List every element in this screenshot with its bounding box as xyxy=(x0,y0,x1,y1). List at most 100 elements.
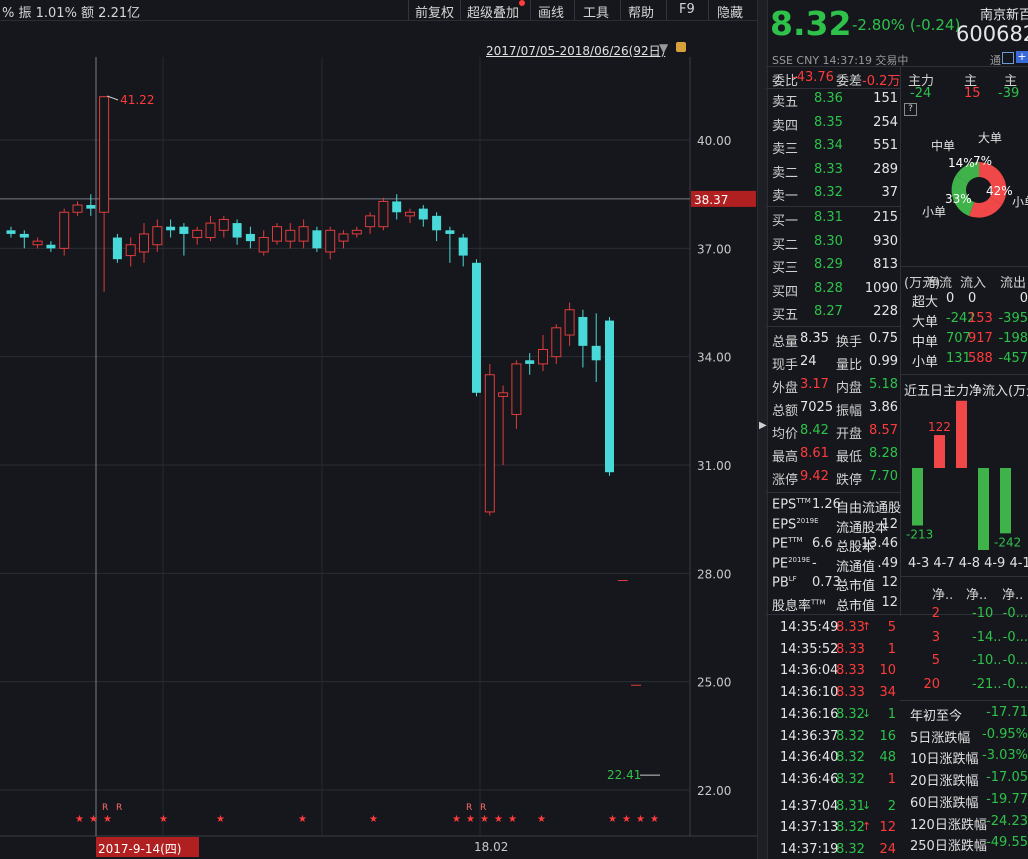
chart-toolbar: % 振 1.01% 额 2.21亿 前复权 超级叠加 画线 工具 帮助 F9 隐… xyxy=(0,0,757,21)
stock-name: 南京新百 xyxy=(980,8,1028,23)
five-day-dates: 4-3 4-7 4-8 4-9 4-10 xyxy=(908,556,1028,571)
flow-row-label: 超大 xyxy=(912,295,939,310)
ask-row[interactable]: 卖四 8.35 254 xyxy=(772,115,898,138)
dropdown-triangle-icon[interactable]: ▼ xyxy=(659,41,668,55)
candle-body xyxy=(445,230,455,234)
ask-row[interactable]: 卖二 8.33 289 xyxy=(772,162,898,185)
ask-label: 卖二 xyxy=(772,165,799,181)
date-range-label[interactable]: 2017/07/05-2018/06/26(92日) xyxy=(486,42,665,59)
ask-row[interactable]: 卖五 8.36 151 xyxy=(772,91,898,114)
tick-row[interactable]: 14:37:13 8.32 ↑ 12 xyxy=(780,820,896,843)
fundamental-label-sup: LF xyxy=(788,575,797,583)
ask-volume: 551 xyxy=(873,138,898,153)
stat-value: 7025 xyxy=(800,400,834,415)
tick-price: 8.33 xyxy=(836,641,865,657)
ask-row[interactable]: 卖一 8.32 37 xyxy=(772,185,898,208)
help-icon[interactable]: ? xyxy=(904,103,917,116)
y-tick-label: 37.00 xyxy=(697,242,731,256)
bid-label: 买三 xyxy=(772,261,799,276)
add-icon[interactable]: + xyxy=(1016,51,1028,63)
stat-row: 均价 8.42 开盘 8.57 xyxy=(772,423,898,446)
fundamental-label-text: PE xyxy=(772,555,789,571)
menu-help[interactable]: 帮助 xyxy=(628,2,654,21)
tick-time: 14:37:13 xyxy=(780,820,839,836)
tick-row[interactable]: 14:35:52 8.33 1 xyxy=(780,642,896,665)
tick-row[interactable]: 14:37:19 8.32 24 xyxy=(780,842,896,859)
candle-body xyxy=(511,363,522,415)
candle-body xyxy=(298,226,309,242)
menu-draw-line[interactable]: 画线 xyxy=(538,2,564,21)
ask-price: 8.34 xyxy=(814,138,843,153)
stat-row: 最高 8.61 最低 8.28 xyxy=(772,446,898,469)
bid-price: 8.28 xyxy=(814,280,843,296)
flow-value-3: -39 xyxy=(998,86,1020,101)
tick-row[interactable]: 14:36:40 8.32 48 xyxy=(780,750,896,773)
tick-row[interactable]: 14:35:49 8.33 ↑ 5 xyxy=(780,620,896,643)
price-change: -2.80% (-0.24) xyxy=(852,16,961,34)
edit-icon[interactable] xyxy=(1002,52,1014,64)
bid-row[interactable]: 买二 8.30 930 xyxy=(772,234,898,257)
tick-row[interactable]: 14:36:04 8.33 10 xyxy=(780,663,896,686)
fundamental-value2: 13.46 xyxy=(860,536,898,551)
candle-body xyxy=(152,226,163,246)
arrow-up-icon: ↑ xyxy=(862,820,872,834)
net-row-b: -21.. xyxy=(972,676,1002,692)
fundamental-label-sup: 2019E xyxy=(788,555,811,564)
menu-hide[interactable]: 隐藏 xyxy=(717,2,743,21)
menu-forward-adjust[interactable]: 前复权 xyxy=(415,2,454,21)
bid-row[interactable]: 买三 8.29 813 xyxy=(772,257,898,280)
kline-chart-panel[interactable]: % 振 1.01% 额 2.21亿 前复权 超级叠加 画线 工具 帮助 F9 隐… xyxy=(0,0,757,859)
flow-value-main: -24 xyxy=(910,86,932,101)
ask-label: 卖三 xyxy=(772,142,799,157)
event-star-icon: ★ xyxy=(103,814,112,825)
tick-time: 14:36:37 xyxy=(780,728,839,744)
candle-body xyxy=(232,223,242,238)
menu-f9[interactable]: F9 xyxy=(679,2,695,17)
tick-time: 14:37:19 xyxy=(780,842,839,857)
tick-row[interactable]: 14:37:04 8.31 ↓ 2 xyxy=(780,799,896,822)
flow-row: 小单 131 588 -457 xyxy=(906,351,1028,374)
bid-label: 买五 xyxy=(772,308,799,323)
tick-price: 8.33 xyxy=(836,685,865,701)
candle-body xyxy=(139,233,149,253)
flow-row-out: -198 xyxy=(998,331,1028,346)
menu-super-overlay[interactable]: 超级叠加 xyxy=(467,2,519,21)
tick-row[interactable]: 14:36:16 8.32 ↓ 1 xyxy=(780,707,896,730)
flow-row-in: 153 xyxy=(968,311,993,326)
candle-body xyxy=(218,218,229,231)
change-row: 20日涨跌幅 -17.05 xyxy=(906,770,1028,793)
bid-row[interactable]: 买四 8.28 1090 xyxy=(772,281,898,304)
bid-label: 买一 xyxy=(772,214,799,229)
tick-time: 14:36:04 xyxy=(780,663,839,679)
bid-row[interactable]: 买一 8.31 215 xyxy=(772,210,898,233)
tick-time: 14:36:10 xyxy=(780,685,839,701)
candle-body xyxy=(432,215,442,231)
tick-row[interactable]: 14:36:46 8.32 1 xyxy=(780,772,896,795)
change-value: -17.05 xyxy=(986,770,1028,786)
candle-body xyxy=(72,204,83,213)
flow-row-label: 小单 xyxy=(912,355,939,370)
menu-tools[interactable]: 工具 xyxy=(583,2,609,21)
stat-label: 外盘 xyxy=(772,381,799,396)
fundamental-value2: 12 xyxy=(881,516,898,532)
fundamental-label: 股息率TTM xyxy=(772,595,825,613)
fundamental-label: EPS2019E xyxy=(772,517,819,532)
stat-value: 0.99 xyxy=(869,354,898,369)
flow-row-out: 0 xyxy=(1019,291,1028,306)
tick-volume: 34 xyxy=(879,685,896,701)
tick-row[interactable]: 14:36:10 8.33 34 xyxy=(780,685,896,708)
candle-body xyxy=(605,320,614,473)
ask-volume: 289 xyxy=(873,161,898,177)
net-row: 3 -14.. -0... xyxy=(906,630,1028,653)
tick-price: 8.32 xyxy=(836,728,865,744)
stat-value: 8.42 xyxy=(800,423,829,438)
lock-icon[interactable] xyxy=(676,42,686,52)
stat-value: 8.35 xyxy=(800,331,829,346)
tick-row[interactable]: 14:36:37 8.32 16 xyxy=(780,729,896,752)
tick-time: 14:36:46 xyxy=(780,771,839,787)
change-label: 10日涨跌幅 xyxy=(910,752,979,768)
net-row-days: 3 xyxy=(931,629,940,645)
net-header-1: 净.. xyxy=(932,588,954,603)
ask-row[interactable]: 卖三 8.34 551 xyxy=(772,138,898,161)
bid-row[interactable]: 买五 8.27 228 xyxy=(772,304,898,327)
